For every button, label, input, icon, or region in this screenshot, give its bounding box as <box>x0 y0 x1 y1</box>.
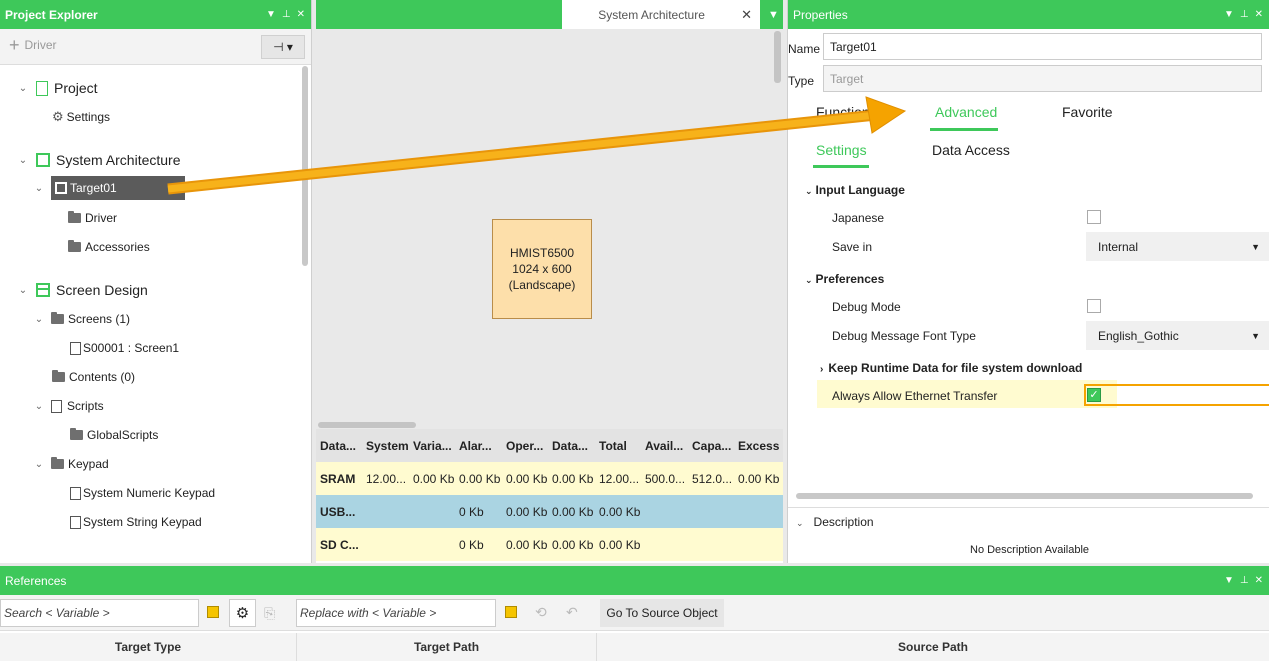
replace-icon[interactable]: ⟲ <box>535 604 547 621</box>
search-options-button[interactable]: ⚙ <box>229 599 256 627</box>
replace-placeholder: Replace with < Variable > <box>300 606 437 620</box>
gear-icon: ⚙ <box>235 605 250 622</box>
undo-icon[interactable]: ↶ <box>566 604 578 621</box>
references-panel: References ▼ ⊥ ✕ Search < Variable > ⚙ ⎘… <box>0 566 1269 661</box>
references-title: References <box>5 573 67 588</box>
search-placeholder: Search < Variable > <box>4 606 110 620</box>
column-header-target-path[interactable]: Target Path <box>297 633 597 661</box>
column-label: Target Path <box>413 640 480 654</box>
arrow-shaft-inner <box>167 111 877 193</box>
variable-picker-icon[interactable] <box>505 606 517 618</box>
column-label: Target Type <box>114 640 182 654</box>
references-toolbar: Search < Variable > ⚙ ⎘ Replace with < V… <box>0 595 1269 631</box>
dropdown-icon[interactable]: ▼ <box>1224 575 1234 586</box>
go-to-source-button[interactable]: Go To Source Object <box>600 599 724 627</box>
column-label: Source Path <box>897 640 969 654</box>
search-input[interactable]: Search < Variable > <box>0 599 199 627</box>
references-titlebar: References ▼ ⊥ ✕ <box>0 566 1269 595</box>
column-header-target-type[interactable]: Target Type <box>0 633 297 661</box>
annotation-arrow <box>167 96 907 195</box>
arrow-head <box>865 96 907 134</box>
replace-input[interactable]: Replace with < Variable > <box>296 599 496 627</box>
column-header-source-path[interactable]: Source Path <box>597 633 1269 661</box>
filter-icon[interactable]: ⎘ <box>264 605 275 622</box>
pin-icon[interactable]: ⊥ <box>1240 575 1249 586</box>
variable-picker-icon[interactable] <box>207 606 219 618</box>
close-icon[interactable]: ✕ <box>1255 575 1263 586</box>
go-to-source-label: Go To Source Object <box>606 606 718 620</box>
